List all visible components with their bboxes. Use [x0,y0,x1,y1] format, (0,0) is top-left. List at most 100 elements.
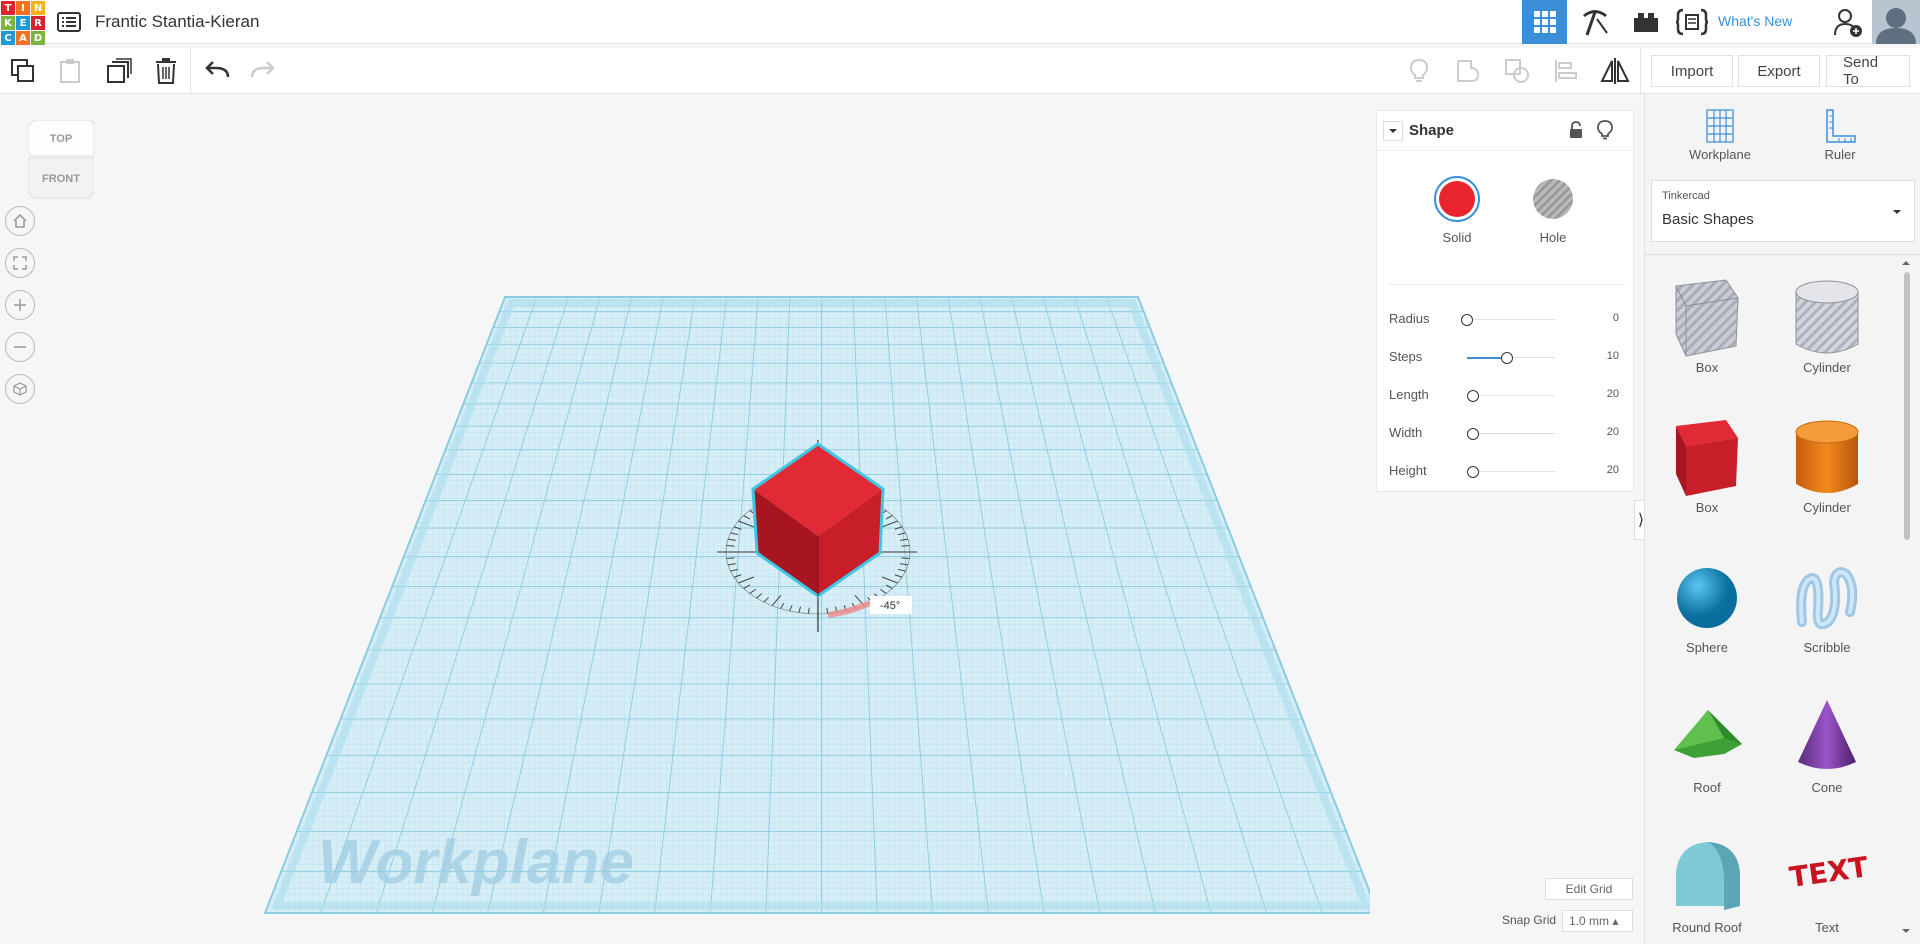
shape-panel-header: Shape [1377,111,1633,151]
param-value[interactable]: 0 [1613,312,1619,324]
whats-new-link[interactable]: What's New [1718,13,1792,29]
group-button[interactable] [1453,56,1483,86]
zoom-in-button[interactable] [5,290,35,320]
slider-track[interactable] [1467,433,1555,434]
shape-item-label: Box [1695,500,1719,515]
undo-button[interactable] [202,56,232,86]
slider-knob[interactable] [1467,428,1480,440]
copy-button[interactable] [8,56,38,86]
param-value[interactable]: 10 [1607,350,1619,362]
snap-grid-select[interactable]: 1.0 mm ▴ [1562,910,1633,932]
scroll-up-icon[interactable] [1901,260,1911,266]
param-value[interactable]: 20 [1607,388,1619,400]
ungroup-button[interactable] [1502,56,1532,86]
hatched-cylinder-icon [1795,280,1859,354]
library-divider [1645,254,1920,255]
solid-color-swatch [1434,176,1480,222]
shape-item-box[interactable]: Box [1657,412,1757,522]
redo-button[interactable] [248,56,278,86]
plus-icon [14,299,26,311]
slider-knob[interactable] [1467,390,1480,402]
import-button[interactable]: Import [1651,55,1733,87]
design-title[interactable]: Frantic Stantia-Kieran [95,12,259,32]
library-scrollbar[interactable] [1904,272,1910,540]
paste-button[interactable] [55,56,85,86]
shape-item-cylinder[interactable]: Cylinder [1777,272,1877,382]
avatar-icon [1872,0,1920,44]
send-to-button[interactable]: Send To [1826,54,1910,88]
toolbar-separator [190,48,191,94]
green-roof-icon [1674,710,1742,758]
slider-knob[interactable] [1461,314,1473,326]
lightbulb-icon[interactable] [1597,120,1613,140]
slider-knob[interactable] [1467,466,1480,478]
purple-cone-icon [1798,700,1856,769]
bricks-view-button[interactable] [1628,0,1664,44]
workplane-watermark: Workplane [318,828,634,897]
align-button[interactable] [1551,56,1581,86]
lock-icon[interactable] [1569,121,1583,139]
edit-grid-button[interactable]: Edit Grid [1545,878,1633,900]
slider-knob[interactable] [1500,352,1513,364]
rotation-tick [726,545,735,547]
logo-letter: E [16,16,30,30]
fit-view-button[interactable] [5,248,35,278]
workplane-viewport[interactable]: Workplane -45° [0,95,1370,944]
shape-category-dropdown[interactable]: Tinkercad Basic Shapes [1651,180,1915,242]
solid-label: Solid [1442,230,1472,245]
blocks-view-button[interactable] [1575,0,1615,44]
delete-button[interactable] [151,56,181,86]
home-view-button[interactable] [5,206,35,236]
ruler-tool[interactable]: Ruler [1790,108,1890,162]
3d-design-view-button[interactable] [1522,0,1567,44]
param-value[interactable]: 20 [1607,426,1619,438]
shape-item-cone[interactable]: Cone [1777,692,1877,802]
shape-item-label: Round Roof [1672,920,1742,935]
ruler-tool-label: Ruler [1824,147,1856,162]
orange-cylinder-icon [1795,420,1859,493]
collapse-panel-button[interactable] [1383,121,1403,141]
codeblocks-view-button[interactable] [1672,0,1712,44]
tinkercad-logo[interactable]: TIN KER CAD [0,0,45,45]
shape-item-cylinder[interactable]: Cylinder [1777,412,1877,522]
home-icon [13,214,27,228]
shape-item-scribble[interactable]: Scribble [1777,552,1877,662]
shape-item-label: Cone [1811,780,1843,795]
param-steps-row: Steps 10 [1389,347,1625,367]
scribble-icon [1796,567,1858,630]
shape-item-text[interactable]: TEXT Text [1777,832,1877,942]
scroll-down-icon[interactable] [1901,928,1911,934]
mirror-button[interactable] [1600,56,1630,86]
toolbar-separator [1640,48,1641,94]
invite-user-button[interactable] [1828,0,1868,44]
ungroup-icon [1505,59,1529,83]
slider-track[interactable] [1467,319,1555,320]
hole-option[interactable]: Hole [1525,175,1581,245]
slider-track[interactable] [1467,395,1555,396]
logo-letter: A [16,31,30,45]
user-avatar[interactable] [1872,0,1920,44]
logo-letter: T [1,1,15,15]
notes-button[interactable] [1404,56,1434,86]
snap-grid-label: Snap Grid [1502,913,1557,927]
duplicate-button[interactable] [104,56,134,86]
shape-item-round-roof[interactable]: Round Roof [1657,832,1757,942]
param-value[interactable]: 20 [1607,464,1619,476]
view-cube[interactable]: TOP FRONT [27,119,95,200]
view-cube-icon: TOP FRONT [27,119,95,199]
svg-text:TOP: TOP [50,133,72,145]
design-list-icon[interactable] [57,12,81,32]
perspective-button[interactable] [5,374,35,404]
fit-view-icon [13,256,27,270]
shape-item-roof[interactable]: Roof [1657,692,1757,802]
zoom-out-button[interactable] [5,332,35,362]
shape-item-label: Box [1695,360,1719,375]
shape-item-label: Cylinder [1803,360,1851,375]
workplane-tool[interactable]: Workplane [1670,108,1770,162]
solid-option[interactable]: Solid [1429,175,1485,245]
slider-track[interactable] [1467,471,1555,472]
shape-item-sphere[interactable]: Sphere [1657,552,1757,662]
shape-item-box[interactable]: Box [1657,272,1757,382]
export-button[interactable]: Export [1738,55,1820,87]
workplane-grid[interactable] [250,290,1370,920]
